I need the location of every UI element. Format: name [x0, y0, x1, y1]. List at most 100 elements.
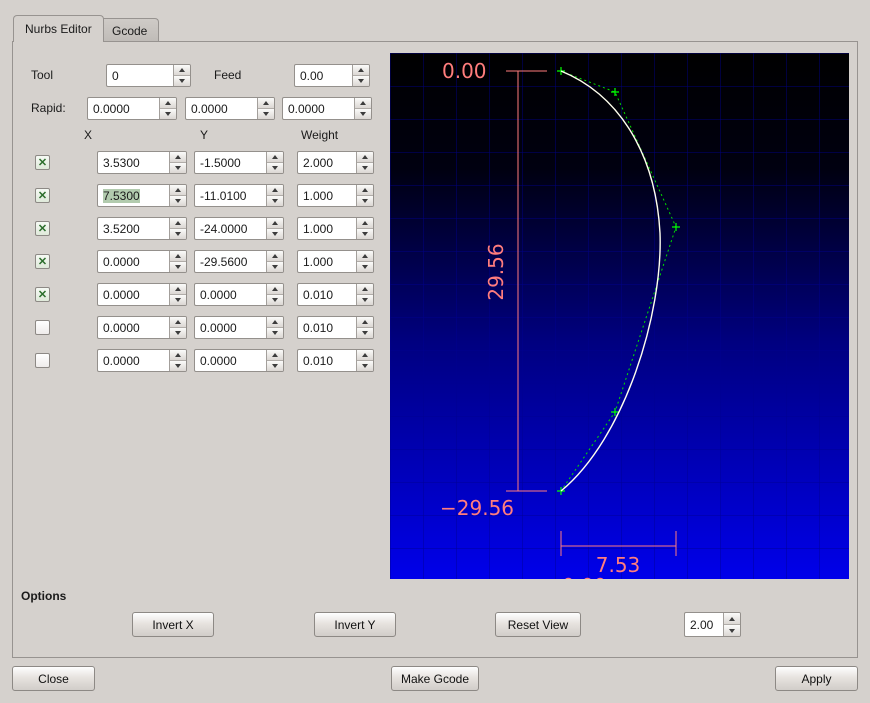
spin-up-button[interactable]: [724, 613, 740, 625]
spin-up-button[interactable]: [267, 251, 283, 262]
spin-down-button[interactable]: [357, 163, 373, 173]
spin-up-button[interactable]: [355, 98, 371, 109]
point-enabled-checkbox[interactable]: [35, 353, 50, 368]
spin-up-button[interactable]: [170, 218, 186, 229]
spin-up-button[interactable]: [160, 98, 176, 109]
point-y-spinbox[interactable]: -29.5600: [194, 250, 284, 273]
spin-down-button[interactable]: [267, 229, 283, 239]
spin-down-button[interactable]: [174, 76, 190, 86]
spin-up-button[interactable]: [258, 98, 274, 109]
spin-down-button[interactable]: [353, 76, 369, 86]
point-x-spinbox[interactable]: 0.0000: [97, 250, 187, 273]
point-weight-value[interactable]: 1.000: [298, 218, 356, 239]
point-y-value[interactable]: 0.0000: [195, 284, 266, 305]
scale-value[interactable]: 2.00: [685, 613, 723, 636]
point-x-value[interactable]: 0.0000: [98, 251, 169, 272]
invert-x-button[interactable]: Invert X: [132, 612, 214, 637]
point-x-spinbox[interactable]: 7.5300: [97, 184, 187, 207]
point-y-value[interactable]: -1.5000: [195, 152, 266, 173]
point-y-value[interactable]: -24.0000: [195, 218, 266, 239]
spin-up-button[interactable]: [357, 185, 373, 196]
spin-up-button[interactable]: [357, 317, 373, 328]
point-enabled-checkbox[interactable]: ✕: [35, 188, 50, 203]
point-weight-value[interactable]: 1.000: [298, 185, 356, 206]
spin-down-button[interactable]: [267, 262, 283, 272]
point-x-value[interactable]: 3.5200: [98, 218, 169, 239]
tool-value[interactable]: 0: [107, 65, 173, 86]
spin-up-button[interactable]: [267, 185, 283, 196]
spin-up-button[interactable]: [170, 350, 186, 361]
feed-spinbox[interactable]: 0.00: [294, 64, 370, 87]
point-weight-spinbox[interactable]: 0.010: [297, 316, 374, 339]
point-x-value[interactable]: 0.0000: [98, 350, 169, 371]
point-weight-spinbox[interactable]: 1.000: [297, 184, 374, 207]
spin-up-button[interactable]: [357, 152, 373, 163]
spin-down-button[interactable]: [357, 361, 373, 371]
point-y-spinbox[interactable]: -24.0000: [194, 217, 284, 240]
point-weight-spinbox[interactable]: 2.000: [297, 151, 374, 174]
spin-up-button[interactable]: [267, 317, 283, 328]
make-gcode-button[interactable]: Make Gcode: [391, 666, 479, 691]
point-weight-spinbox[interactable]: 1.000: [297, 217, 374, 240]
apply-button[interactable]: Apply: [775, 666, 858, 691]
rapid-y-spinbox[interactable]: 0.0000: [185, 97, 275, 120]
spin-down-button[interactable]: [724, 625, 740, 636]
nurbs-plot-canvas[interactable]: 0.00 29.56 −29.56 7.53 0.00: [390, 53, 849, 579]
point-y-value[interactable]: -11.0100: [195, 185, 266, 206]
spin-up-button[interactable]: [170, 284, 186, 295]
point-x-value[interactable]: 0.0000: [98, 284, 169, 305]
spin-down-button[interactable]: [170, 262, 186, 272]
point-enabled-checkbox[interactable]: ✕: [35, 254, 50, 269]
spin-down-button[interactable]: [267, 295, 283, 305]
rapid-y-value[interactable]: 0.0000: [186, 98, 257, 119]
spin-down-button[interactable]: [170, 229, 186, 239]
spin-down-button[interactable]: [357, 229, 373, 239]
tab-gcode[interactable]: Gcode: [100, 18, 160, 42]
spin-down-button[interactable]: [160, 109, 176, 119]
spin-up-button[interactable]: [267, 284, 283, 295]
point-y-value[interactable]: 0.0000: [195, 350, 266, 371]
spin-down-button[interactable]: [355, 109, 371, 119]
rapid-x-value[interactable]: 0.0000: [88, 98, 159, 119]
scale-spinbox[interactable]: 2.00: [684, 612, 741, 637]
point-y-value[interactable]: 0.0000: [195, 317, 266, 338]
point-x-spinbox[interactable]: 0.0000: [97, 316, 187, 339]
spin-down-button[interactable]: [267, 328, 283, 338]
point-weight-spinbox[interactable]: 0.010: [297, 283, 374, 306]
point-x-spinbox[interactable]: 0.0000: [97, 349, 187, 372]
spin-down-button[interactable]: [357, 328, 373, 338]
spin-up-button[interactable]: [170, 251, 186, 262]
spin-down-button[interactable]: [170, 196, 186, 206]
point-x-spinbox[interactable]: 0.0000: [97, 283, 187, 306]
spin-down-button[interactable]: [357, 262, 373, 272]
point-x-value[interactable]: 7.5300: [98, 185, 169, 206]
spin-up-button[interactable]: [174, 65, 190, 76]
point-x-value[interactable]: 3.5300: [98, 152, 169, 173]
spin-up-button[interactable]: [170, 185, 186, 196]
reset-view-button[interactable]: Reset View: [495, 612, 581, 637]
feed-value[interactable]: 0.00: [295, 65, 352, 86]
point-y-spinbox[interactable]: 0.0000: [194, 316, 284, 339]
close-button[interactable]: Close: [12, 666, 95, 691]
invert-y-button[interactable]: Invert Y: [314, 612, 396, 637]
spin-down-button[interactable]: [170, 361, 186, 371]
spin-up-button[interactable]: [170, 317, 186, 328]
spin-down-button[interactable]: [170, 328, 186, 338]
spin-down-button[interactable]: [357, 295, 373, 305]
spin-up-button[interactable]: [357, 251, 373, 262]
rapid-x-spinbox[interactable]: 0.0000: [87, 97, 177, 120]
spin-down-button[interactable]: [267, 361, 283, 371]
point-enabled-checkbox[interactable]: [35, 320, 50, 335]
point-x-spinbox[interactable]: 3.5300: [97, 151, 187, 174]
spin-down-button[interactable]: [267, 196, 283, 206]
point-weight-spinbox[interactable]: 1.000: [297, 250, 374, 273]
spin-down-button[interactable]: [170, 163, 186, 173]
spin-down-button[interactable]: [170, 295, 186, 305]
point-enabled-checkbox[interactable]: ✕: [35, 155, 50, 170]
spin-up-button[interactable]: [267, 218, 283, 229]
point-x-value[interactable]: 0.0000: [98, 317, 169, 338]
point-y-spinbox[interactable]: -1.5000: [194, 151, 284, 174]
point-weight-spinbox[interactable]: 0.010: [297, 349, 374, 372]
point-y-spinbox[interactable]: 0.0000: [194, 349, 284, 372]
spin-up-button[interactable]: [357, 350, 373, 361]
